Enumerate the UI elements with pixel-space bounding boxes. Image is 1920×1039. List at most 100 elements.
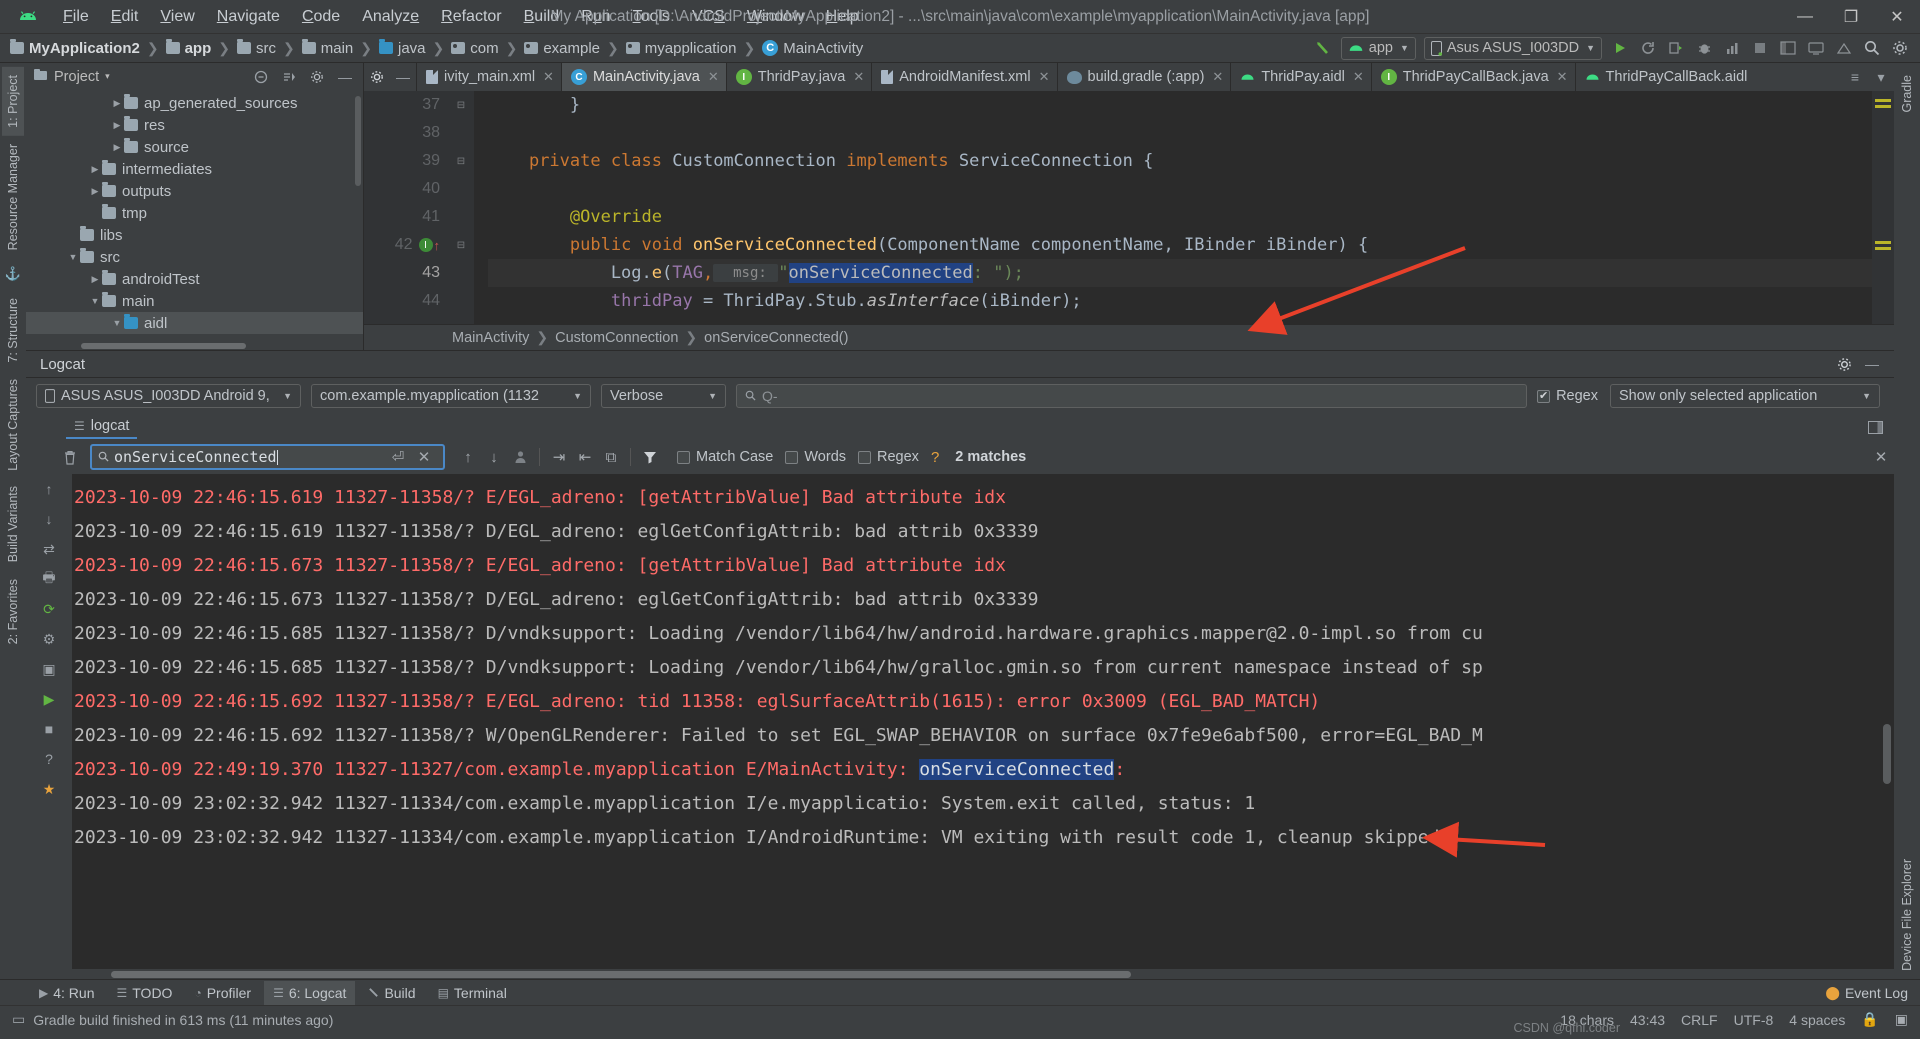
breadcrumb-item-app[interactable]: app <box>165 39 211 57</box>
project-tree[interactable]: ▶ ap_generated_sources ▶ res ▶ source ▶ interme… <box>26 90 363 342</box>
bottom-tab-run[interactable]: ▶ 4: Run <box>30 981 103 1005</box>
menu-vcs[interactable]: VCS <box>681 5 736 29</box>
bottom-tab-build[interactable]: Build <box>359 981 424 1005</box>
find-select-all-icon[interactable] <box>507 444 533 470</box>
menu-help[interactable]: Help <box>815 5 870 29</box>
menu-window[interactable]: Window <box>736 5 815 29</box>
editor-tab-thridpaycallback-java[interactable]: I ThridPayCallBack.java ✕ <box>1370 63 1575 91</box>
find-regex-toggle[interactable]: Regex <box>858 449 919 465</box>
device-selector[interactable]: Asus ASUS_I003DD ▼ <box>1423 36 1602 60</box>
checkbox-icon[interactable] <box>785 450 799 464</box>
status-line-separator[interactable]: CRLF <box>1681 1012 1718 1028</box>
logcat-output[interactable]: ↑ ↓ ⇄ 🖶 ⟳ ⚙ ▣ ▶ ■ ? ★ 2023-10-09 22:46:1… <box>26 474 1894 969</box>
code-line[interactable]: public void onServiceConnected (Component… <box>488 231 1894 259</box>
editor-tab-bar[interactable]: — ivity_main.xml ✕ C MainActivity.java ✕ I Thr… <box>364 63 1894 91</box>
editor-settings-gear-icon[interactable] <box>364 63 390 91</box>
close-icon[interactable]: ✕ <box>1874 1 1920 33</box>
run-configuration-selector[interactable]: app ▼ <box>1340 36 1416 60</box>
chevron-right-icon[interactable]: ▶ <box>110 142 124 153</box>
chevron-down-icon[interactable]: ▼ <box>88 296 102 306</box>
fold-marker[interactable]: ⊟ <box>448 147 474 175</box>
layout-inspector-icon[interactable] <box>1774 36 1802 60</box>
tree-node[interactable]: ▼ src <box>26 246 363 268</box>
rerun-button[interactable] <box>1634 36 1662 60</box>
logcat-line[interactable]: 2023-10-09 22:49:19.370 11327-11327/com.… <box>74 752 1894 786</box>
code-editor[interactable]: 37 38 39 40 41 42 I ↑ 43 44 ⊟ ⊟ ⊟ } private class… <box>364 91 1894 324</box>
sidebar-item-build-variants[interactable]: Build Variants <box>2 478 24 570</box>
build-hammer-icon[interactable] <box>1309 36 1337 60</box>
bottom-tab-terminal[interactable]: ▤ Terminal <box>429 981 516 1005</box>
restart-icon[interactable]: ⟳ <box>26 594 72 624</box>
logcat-hide-icon[interactable]: — <box>1858 352 1886 376</box>
tabs-overflow-icon[interactable]: ≡ <box>1842 63 1868 91</box>
logcat-line[interactable]: 2023-10-09 22:46:15.619 11327-11358/? E/… <box>74 480 1894 514</box>
status-caret-position[interactable]: 43:43 <box>1630 1012 1665 1028</box>
chevron-right-icon[interactable]: ▶ <box>110 98 124 109</box>
project-settings-gear-icon[interactable] <box>303 65 331 89</box>
bottom-tab-profiler[interactable]: ◔ Profiler <box>185 981 260 1005</box>
code-line[interactable]: Log. e(TAG, msg: " onServiceConnected: "); <box>488 259 1894 287</box>
collapse-all-icon[interactable] <box>247 65 275 89</box>
menu-build[interactable]: Build <box>513 5 571 29</box>
breadcrumb-item-myapplication[interactable]: myapplication <box>625 40 736 57</box>
find-close-icon[interactable]: ✕ <box>1868 444 1894 470</box>
editor-tab-thridpaycallback-aidl[interactable]: ThridPayCallBack.aidl <box>1574 63 1755 91</box>
help-icon[interactable]: ? <box>26 744 72 774</box>
menu-navigate[interactable]: Navigate <box>206 5 291 29</box>
close-tab-icon[interactable]: ✕ <box>853 69 864 85</box>
editor-tab-build-gradle-app[interactable]: build.gradle (:app) ✕ <box>1056 63 1231 91</box>
chevron-down-icon[interactable]: ▼ <box>66 252 80 262</box>
breadcrumb-item-example[interactable]: example <box>524 40 600 57</box>
code-line[interactable] <box>488 119 1894 147</box>
editor-breadcrumb[interactable]: MainActivity ❯ CustomConnection ❯ onServ… <box>364 324 1894 350</box>
tree-node[interactable]: ▶ outputs <box>26 180 363 202</box>
editor-breadcrumb-method[interactable]: onServiceConnected() <box>704 330 848 346</box>
code-line[interactable]: } <box>488 91 1894 119</box>
settings-gear-icon[interactable] <box>1886 36 1914 60</box>
tree-node[interactable]: libs <box>26 224 363 246</box>
bottom-tab-logcat[interactable]: ☰ 6: Logcat <box>264 980 356 1005</box>
editor-tab-mainactivity-java[interactable]: C MainActivity.java ✕ <box>560 63 726 91</box>
hide-panel-icon[interactable]: — <box>331 65 359 89</box>
run-button[interactable] <box>1606 36 1634 60</box>
sdk-manager-icon[interactable] <box>1830 36 1858 60</box>
find-clear-icon[interactable]: ✕ <box>411 444 437 470</box>
menu-view[interactable]: View <box>149 5 205 29</box>
editor-fold-column[interactable]: ⊟ ⊟ ⊟ <box>448 91 474 324</box>
code-line[interactable]: private class CustomConnection implement… <box>488 147 1894 175</box>
tabs-chevron-icon[interactable]: ▾ <box>1868 63 1894 91</box>
checkbox-icon[interactable] <box>677 450 690 464</box>
checkbox-icon[interactable] <box>858 450 872 464</box>
editor-gutter[interactable]: 37 38 39 40 41 42 I ↑ 43 44 <box>364 91 448 324</box>
chevron-right-icon[interactable]: ▶ <box>88 186 102 197</box>
chevron-right-icon[interactable]: ▶ <box>88 164 102 175</box>
logcat-line[interactable]: 2023-10-09 22:46:15.692 11327-11358/? W/… <box>74 718 1894 752</box>
profile-button[interactable] <box>1718 36 1746 60</box>
screenshot-icon[interactable]: ▣ <box>26 654 72 684</box>
minimize-icon[interactable]: — <box>1782 1 1828 33</box>
code-line[interactable]: @Override <box>488 203 1894 231</box>
clear-logcat-trash-icon[interactable] <box>56 445 84 469</box>
event-log-label[interactable]: Event Log <box>1845 985 1908 1001</box>
logcat-level-selector[interactable]: Verbose ▼ <box>601 384 726 408</box>
logcat-line[interactable]: 2023-10-09 22:46:15.685 11327-11358/? D/… <box>74 616 1894 650</box>
project-tree-scrollbar[interactable] <box>355 96 361 186</box>
code-line[interactable] <box>488 175 1894 203</box>
tree-node[interactable]: tmp <box>26 202 363 224</box>
menu-code[interactable]: Code <box>291 5 351 29</box>
favorites-star-icon[interactable]: ★ <box>26 774 72 804</box>
find-next-icon[interactable]: ↓ <box>481 444 507 470</box>
scroll-from-source-icon[interactable] <box>275 65 303 89</box>
logcat-line[interactable]: 2023-10-09 23:02:32.942 11327-11334/com.… <box>74 820 1894 854</box>
menu-run[interactable]: Run <box>570 5 621 29</box>
find-input[interactable]: onServiceConnected ⏎ ✕ <box>90 444 445 470</box>
editor-marker-bar[interactable] <box>1872 91 1894 324</box>
logcat-line[interactable]: 2023-10-09 23:02:32.942 11327-11334/com.… <box>74 786 1894 820</box>
stop-button[interactable] <box>1746 36 1774 60</box>
close-tab-icon[interactable]: ✕ <box>1353 69 1364 85</box>
status-event-icon[interactable]: ▣ <box>1895 1011 1908 1028</box>
code-line[interactable]: thridPay = ThridPay.Stub. asInterface (iBi… <box>488 287 1894 315</box>
logcat-process-selector[interactable]: com.example.myapplication (1132 ▼ <box>311 384 591 408</box>
main-menu[interactable]: File Edit View Navigate Code Analyze Ref… <box>52 5 870 29</box>
scroll-to-top-icon[interactable]: ↑ <box>26 474 72 504</box>
